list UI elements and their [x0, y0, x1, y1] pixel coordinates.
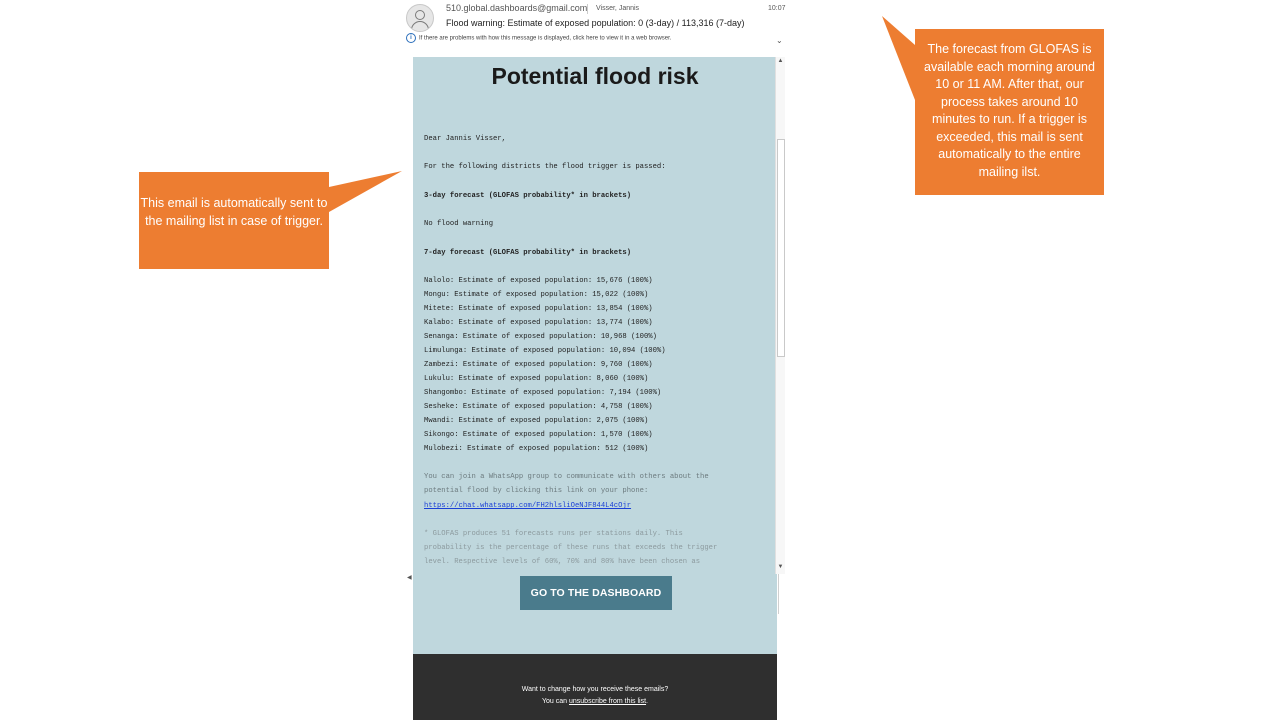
- sender-avatar-icon: [406, 4, 434, 32]
- scroll-left-icon[interactable]: ◀: [407, 574, 414, 583]
- footnote-line2: probability is the percentage of these r…: [424, 544, 718, 552]
- district-row: Mitete: Estimate of exposed population: …: [424, 305, 653, 313]
- footer-question: Want to change how you receive these ema…: [521, 686, 669, 693]
- district-row: Mwandi: Estimate of exposed population: …: [424, 417, 649, 425]
- footer-suffix: .: [646, 698, 648, 705]
- frame-edge: [778, 574, 779, 614]
- footer-prefix: You can: [542, 698, 569, 705]
- district-row: Mongu: Estimate of exposed population: 1…: [424, 291, 649, 299]
- email-body: Potential flood risk Dear Jannis Visser,…: [413, 57, 777, 720]
- display-problem-infobar[interactable]: i If there are problems with how this mes…: [406, 33, 671, 43]
- district-row: Mulobezi: Estimate of exposed population…: [424, 445, 649, 453]
- district-row: Sesheke: Estimate of exposed population:…: [424, 403, 653, 411]
- chevron-down-icon[interactable]: ⌄: [776, 36, 783, 45]
- received-time: 10:07: [768, 5, 786, 12]
- greeting: Dear Jannis Visser,: [424, 135, 506, 143]
- district-row: Senanga: Estimate of exposed population:…: [424, 333, 657, 341]
- recipient-name[interactable]: Visser, Jannis: [596, 5, 639, 12]
- right-callout: The forecast from GLOFAS is available ea…: [915, 29, 1104, 195]
- sender-address[interactable]: 510.global.dashboards@gmail.com: [446, 3, 587, 13]
- district-row: Nalolo: Estimate of exposed population: …: [424, 277, 653, 285]
- district-row: Kalabo: Estimate of exposed population: …: [424, 319, 653, 327]
- email-scrollbar[interactable]: ▲ ▼: [775, 57, 785, 574]
- district-row: Zambezi: Estimate of exposed population:…: [424, 361, 653, 369]
- mail-subject: Flood warning: Estimate of exposed popul…: [446, 18, 745, 28]
- district-row: Shangombo: Estimate of exposed populatio…: [424, 389, 662, 397]
- scroll-thumb[interactable]: [777, 139, 785, 357]
- mail-header: 510.global.dashboards@gmail.com Visser, …: [400, 0, 790, 52]
- intro-text: For the following districts the flood tr…: [424, 163, 666, 171]
- whatsapp-text-line1: You can join a WhatsApp group to communi…: [424, 473, 709, 481]
- infobar-text: If there are problems with how this mess…: [419, 35, 672, 42]
- footnote-line1: * GLOFAS produces 51 forecasts runs per …: [424, 530, 683, 538]
- email-title: Potential flood risk: [491, 63, 699, 89]
- unsubscribe-link[interactable]: unsubscribe from this list: [569, 698, 646, 705]
- left-callout: This email is automatically sent to the …: [139, 172, 329, 269]
- whatsapp-link[interactable]: https://chat.whatsapp.com/FH2hlsliOeNJF8…: [424, 502, 631, 510]
- forecast-3day-heading: 3-day forecast (GLOFAS probability* in b…: [424, 192, 632, 200]
- dashboard-button[interactable]: GO TO THE DASHBOARD: [520, 576, 672, 610]
- email-footer: Want to change how you receive these ema…: [413, 654, 777, 720]
- left-callout-pointer: [329, 171, 402, 212]
- footer-unsubscribe-line: You can unsubscribe from this list.: [413, 698, 777, 705]
- scroll-up-icon[interactable]: ▲: [776, 57, 785, 66]
- info-icon: i: [406, 33, 416, 43]
- forecast-7day-heading: 7-day forecast (GLOFAS probability* in b…: [424, 249, 632, 257]
- forecast-3day-none: No flood warning: [424, 220, 494, 228]
- district-row: Sikongo: Estimate of exposed population:…: [424, 431, 653, 439]
- district-row: Lukulu: Estimate of exposed population: …: [424, 375, 649, 383]
- district-row: Limulunga: Estimate of exposed populatio…: [424, 347, 666, 355]
- whatsapp-text-line2: potential flood by clicking this link on…: [424, 487, 649, 495]
- right-callout-pointer: [882, 16, 915, 100]
- footnote-line3: level. Respective levels of 60%, 70% and…: [424, 558, 701, 566]
- scroll-down-icon[interactable]: ▼: [776, 563, 785, 572]
- header-divider: [587, 4, 588, 14]
